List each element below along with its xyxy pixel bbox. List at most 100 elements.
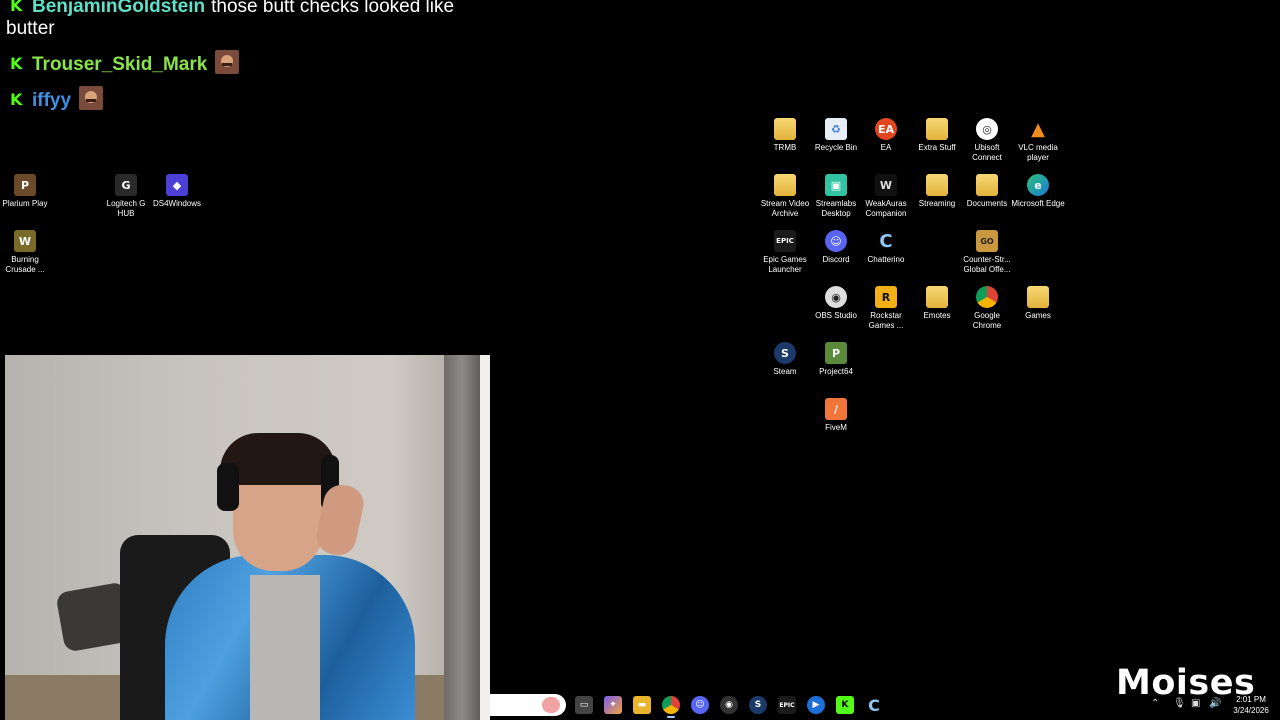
icon-label: TRMB	[773, 143, 797, 152]
edge-icon: e	[1027, 174, 1049, 196]
streamlabs-icon: ▣	[825, 174, 847, 196]
taskbar-search-box[interactable]	[490, 694, 566, 716]
kick-icon[interactable]: K	[836, 696, 854, 714]
ubisoft-icon: ◎	[976, 118, 998, 140]
chrome-icon	[976, 286, 998, 308]
desktop-icon-streaming[interactable]: Streaming	[910, 174, 964, 209]
obs-icon[interactable]: ◉	[720, 696, 738, 714]
icon-label: Logitech G HUB	[106, 199, 146, 218]
vlc-icon: ▲	[1031, 118, 1045, 140]
desktop-icon-stream-video-archive[interactable]: Stream Video Archive	[758, 174, 812, 219]
folder-icon	[926, 174, 948, 196]
desktop-icon-streamlabs[interactable]: ▣ Streamlabs Desktop	[809, 174, 863, 219]
csgo-icon: GO	[976, 230, 998, 252]
desktop-icon-extra-stuff[interactable]: Extra Stuff	[910, 118, 964, 153]
icon-label: DS4Windows	[152, 199, 201, 208]
webcam-feed	[5, 355, 490, 720]
kick-badge-icon: K	[10, 54, 23, 73]
chat-message: Kiffyy	[6, 86, 496, 112]
chatterino-icon[interactable]: C	[865, 696, 883, 715]
desktop-icon-logitech-g-hub[interactable]: G Logitech G HUB	[99, 174, 153, 219]
desktop-icon-chatterino[interactable]: C Chatterino	[859, 230, 913, 265]
icon-label: Stream Video Archive	[760, 199, 810, 218]
icon-label: Epic Games Launcher	[763, 255, 807, 274]
icon-label: Google Chrome	[972, 311, 1002, 330]
app-icon[interactable]: ▶	[807, 696, 825, 714]
clock-date: 3/24/2026	[1233, 706, 1269, 715]
chat-username: Trouser_Skid_Mark	[32, 54, 208, 75]
desktop-icon-plarium-play[interactable]: P Plarium Play	[0, 174, 52, 209]
chat-username: BenjaminGoldstein	[32, 0, 206, 17]
discord-icon[interactable]: ☺	[691, 696, 709, 714]
icon-label: OBS Studio	[815, 311, 857, 320]
rockstar-icon: R	[875, 286, 897, 308]
icon-label: Emotes	[923, 311, 951, 320]
ea-icon: EA	[875, 118, 897, 140]
desktop-icon-obs-studio[interactable]: ◉ OBS Studio	[809, 286, 863, 321]
logitech-icon: G	[115, 174, 137, 196]
desktop-icon-weakauras[interactable]: W WeakAuras Companion	[859, 174, 913, 219]
chatterino-icon: C	[879, 230, 893, 252]
icon-label: Steam	[773, 367, 797, 376]
epic-icon: EPIC	[774, 230, 796, 252]
fivem-icon: /	[825, 398, 847, 420]
desktop-icon-trmb[interactable]: TRMB	[758, 118, 812, 153]
icon-label: Rockstar Games ...	[868, 311, 904, 330]
icon-label: Recycle Bin	[814, 143, 858, 152]
plarium-icon: P	[14, 174, 36, 196]
task-view-icon[interactable]: ▭	[575, 696, 593, 714]
icon-label: Streamlabs Desktop	[815, 199, 857, 218]
desktop-icon-fivem[interactable]: / FiveM	[809, 398, 863, 433]
copilot-icon[interactable]: ✦	[604, 696, 622, 714]
desktop-icon-microsoft-edge[interactable]: e Microsoft Edge	[1011, 174, 1065, 209]
epic-icon[interactable]: EPIC	[778, 696, 796, 714]
icon-label: Ubisoft Connect	[972, 143, 1002, 162]
kick-badge-icon: K	[10, 90, 23, 109]
recycle-bin-icon: ♻	[825, 118, 847, 140]
desktop-icon-steam[interactable]: S Steam	[758, 342, 812, 377]
steam-icon[interactable]: S	[749, 696, 767, 714]
icon-label: EA	[880, 143, 892, 152]
icon-label: WeakAuras Companion	[865, 199, 907, 218]
emote-icon	[79, 86, 104, 110]
chrome-icon[interactable]	[662, 696, 680, 718]
icon-label: Discord	[822, 255, 850, 264]
desktop-icon-epic-games[interactable]: EPIC Epic Games Launcher	[758, 230, 812, 275]
desktop-icon-recycle-bin[interactable]: ♻ Recycle Bin	[809, 118, 863, 153]
desktop-icon-vlc[interactable]: ▲ VLC media player	[1011, 118, 1065, 163]
chat-username: iffyy	[32, 90, 72, 111]
icon-label: Plarium Play	[2, 199, 48, 208]
desktop-icon-rockstar[interactable]: R Rockstar Games ...	[859, 286, 913, 331]
file-explorer-icon[interactable]: ▬	[633, 696, 651, 714]
folder-icon	[926, 118, 948, 140]
icon-label: Project64	[819, 367, 853, 376]
desktop-icon-ds4windows[interactable]: ◆ DS4Windows	[150, 174, 204, 209]
desktop-icon-ea[interactable]: EA EA	[859, 118, 913, 153]
wow-icon: W	[14, 230, 36, 252]
weakauras-icon: W	[875, 174, 897, 196]
desktop: K BenjaminGoldstein those butt checks look…	[0, 0, 1280, 720]
folder-icon	[774, 118, 796, 140]
kick-badge-icon: K	[10, 0, 23, 15]
obs-icon: ◉	[825, 286, 847, 308]
icon-label: VLC media player	[1018, 143, 1058, 162]
desktop-icon-ubisoft-connect[interactable]: ◎ Ubisoft Connect	[960, 118, 1014, 163]
gamepad-icon: ◆	[166, 174, 188, 196]
desktop-icon-discord[interactable]: ☺ Discord	[809, 230, 863, 265]
folder-icon	[1027, 286, 1049, 308]
desktop-icon-documents[interactable]: Documents	[960, 174, 1014, 209]
chat-overlay: K BenjaminGoldstein those butt checks look…	[6, 0, 496, 111]
chat-message: K BenjaminGoldstein those butt checks look…	[6, 0, 496, 40]
desktop-icon-project64[interactable]: P Project64	[809, 342, 863, 377]
search-highlight-icon	[542, 697, 560, 713]
desktop-icon-burning-crusade[interactable]: W Burning Crusade ...	[0, 230, 52, 275]
desktop-icon-games[interactable]: Games	[1011, 286, 1065, 321]
desktop-icon-emotes[interactable]: Emotes	[910, 286, 964, 321]
folder-icon	[926, 286, 948, 308]
desktop-icon-csgo[interactable]: GO Counter-Str... Global Offe...	[960, 230, 1014, 275]
desktop-icon-google-chrome[interactable]: Google Chrome	[960, 286, 1014, 331]
icon-label: Burning Crusade ...	[5, 255, 45, 274]
icon-label: FiveM	[825, 423, 847, 432]
icon-label: Extra Stuff	[918, 143, 956, 152]
icon-label: Microsoft Edge	[1011, 199, 1065, 208]
